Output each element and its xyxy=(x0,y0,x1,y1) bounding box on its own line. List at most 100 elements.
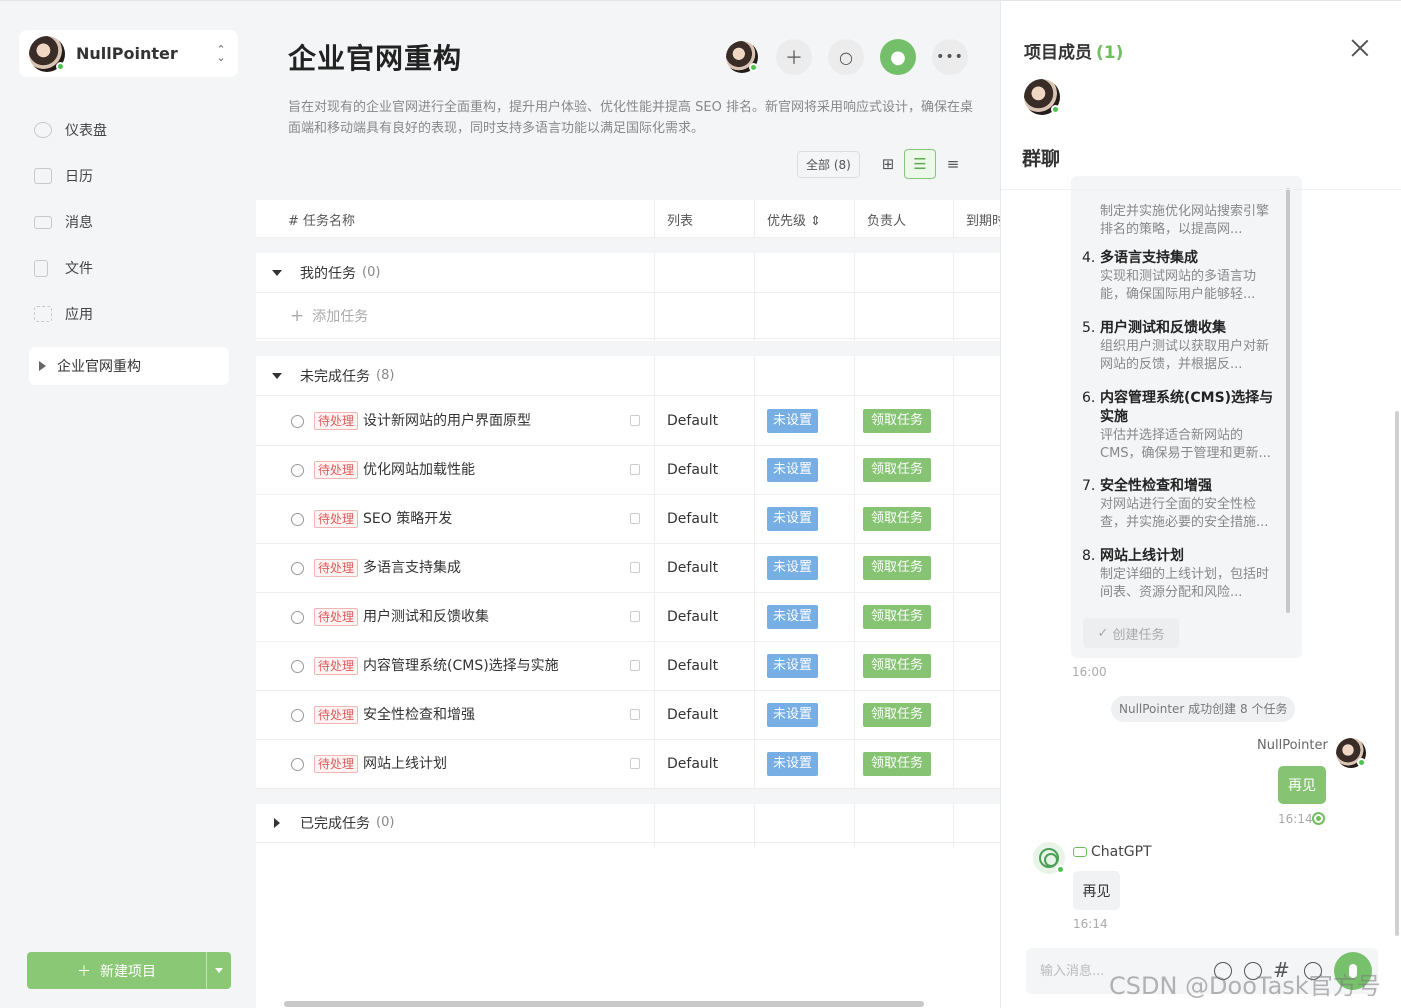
chatgpt-avatar[interactable] xyxy=(1033,842,1065,874)
sender-avatar[interactable] xyxy=(1336,738,1366,768)
column-header-priority[interactable]: 优先级 ⇕ xyxy=(754,200,854,238)
task-row[interactable]: 待处理 内容管理系统(CMS)选择与实施 Default 未设置 领取任务 xyxy=(256,642,1000,691)
subtask-icon[interactable] xyxy=(630,758,640,769)
task-row[interactable]: 待处理 设计新网站的用户界面原型 Default 未设置 领取任务 xyxy=(256,397,1000,446)
system-message: NullPointer 成功创建 8 个任务 xyxy=(1111,696,1296,722)
sidebar-item-dashboard[interactable]: 仪表盘 xyxy=(34,107,234,153)
new-project-dropdown-button[interactable] xyxy=(206,952,231,989)
sidebar-item-label: 消息 xyxy=(65,215,93,231)
sidebar-item-apps[interactable]: 应用 xyxy=(34,291,234,337)
priority-badge[interactable]: 未设置 xyxy=(767,605,819,629)
complete-checkbox[interactable] xyxy=(291,415,304,428)
task-name[interactable]: 设计新网站的用户界面原型 xyxy=(363,412,531,430)
create-task-button[interactable]: ✓ 创建任务 xyxy=(1083,618,1179,648)
bot-message-bubble[interactable]: 再见 xyxy=(1073,871,1120,910)
claim-task-button[interactable]: 领取任务 xyxy=(863,458,932,482)
subtask-icon[interactable] xyxy=(630,464,640,475)
task-name[interactable]: 优化网站加载性能 xyxy=(363,461,475,479)
status-badge: 待处理 xyxy=(314,608,359,626)
task-list: Default xyxy=(667,413,719,429)
card-item-title: 6. 内容管理系统(CMS)选择与实施 xyxy=(1082,389,1277,427)
priority-badge[interactable]: 未设置 xyxy=(767,752,819,776)
list-view-icon[interactable]: ☰ xyxy=(904,149,936,179)
search-icon[interactable]: ○ xyxy=(828,39,864,75)
sidebar-item-messages[interactable]: 消息 xyxy=(34,199,234,245)
priority-badge[interactable]: 未设置 xyxy=(767,507,819,531)
claim-task-button[interactable]: 领取任务 xyxy=(863,703,932,727)
subtask-icon[interactable] xyxy=(630,660,640,671)
priority-badge[interactable]: 未设置 xyxy=(767,458,819,482)
complete-checkbox[interactable] xyxy=(291,611,304,624)
sidebar-item-calendar[interactable]: 日历 xyxy=(34,153,234,199)
subtask-icon[interactable] xyxy=(630,562,640,573)
claim-task-button[interactable]: 领取任务 xyxy=(863,409,932,433)
task-row[interactable]: 待处理 SEO 策略开发 Default 未设置 领取任务 xyxy=(256,495,1000,544)
complete-checkbox[interactable] xyxy=(291,709,304,722)
card-item-desc: 评估并选择适合新网站的 CMS，确保易于管理和更新... xyxy=(1100,428,1271,461)
card-scrollbar[interactable] xyxy=(1286,188,1290,613)
complete-checkbox[interactable] xyxy=(291,513,304,526)
member-avatar[interactable] xyxy=(726,41,758,73)
expand-arrow-icon[interactable] xyxy=(39,361,46,371)
user-switcher[interactable]: NullPointer ⌃ ⌄ xyxy=(19,30,238,77)
subtask-icon[interactable] xyxy=(630,513,640,524)
sidebar-project-item[interactable]: 企业官网重构 xyxy=(29,347,229,385)
horizontal-scrollbar[interactable] xyxy=(284,1001,924,1007)
task-row[interactable]: 待处理 网站上线计划 Default 未设置 领取任务 xyxy=(256,740,1000,789)
claim-task-button[interactable]: 领取任务 xyxy=(863,507,932,531)
priority-badge[interactable]: 未设置 xyxy=(767,409,819,433)
task-filter[interactable]: 全部 (8) xyxy=(797,151,860,178)
claim-task-button[interactable]: 领取任务 xyxy=(863,752,932,776)
sidebar-item-files[interactable]: 文件 xyxy=(34,245,234,291)
close-icon[interactable] xyxy=(1351,39,1369,57)
gantt-view-icon[interactable]: ≡ xyxy=(937,149,969,179)
task-row[interactable]: 待处理 优化网站加载性能 Default 未设置 领取任务 xyxy=(256,446,1000,495)
more-icon[interactable]: ••• xyxy=(932,39,968,75)
members-count: (1) xyxy=(1096,43,1124,63)
add-task-row[interactable]: + 添加任务 xyxy=(256,293,1000,339)
priority-badge[interactable]: 未设置 xyxy=(767,654,819,678)
complete-checkbox[interactable] xyxy=(291,660,304,673)
task-name[interactable]: 安全性检查和增强 xyxy=(363,706,475,724)
claim-task-button[interactable]: 领取任务 xyxy=(863,556,932,580)
task-name[interactable]: SEO 策略开发 xyxy=(363,510,452,528)
my-message-bubble[interactable]: 再见 xyxy=(1278,766,1326,804)
add-icon[interactable]: ＋ xyxy=(776,39,812,75)
task-name[interactable]: 用户测试和反馈收集 xyxy=(363,608,489,626)
chat-icon[interactable]: ● xyxy=(880,39,916,75)
new-project-button[interactable]: ＋ 新建项目 xyxy=(27,952,231,989)
collapse-caret-icon[interactable] xyxy=(272,372,282,379)
avatar xyxy=(1024,79,1060,115)
group-open-tasks[interactable]: 未完成任务 (8) xyxy=(256,356,1000,396)
claim-task-button[interactable]: 领取任务 xyxy=(863,654,932,678)
expand-caret-icon[interactable] xyxy=(274,817,280,828)
priority-badge[interactable]: 未设置 xyxy=(767,556,819,580)
complete-checkbox[interactable] xyxy=(291,562,304,575)
grid-view-icon[interactable]: ⊞ xyxy=(872,149,904,179)
task-name[interactable]: 内容管理系统(CMS)选择与实施 xyxy=(363,657,559,675)
sidebar: NullPointer ⌃ ⌄ 仪表盘 日历 消息 文件 应用 企业官网重构 ＋ … xyxy=(0,0,256,1008)
priority-badge[interactable]: 未设置 xyxy=(767,703,819,727)
claim-task-button[interactable]: 领取任务 xyxy=(863,605,932,629)
subtask-icon[interactable] xyxy=(630,709,640,720)
card-item-title-text: 内容管理系统(CMS)选择与实施 xyxy=(1100,390,1274,425)
complete-checkbox[interactable] xyxy=(291,464,304,477)
card-item: 8. 网站上线计划 制定详细的上线计划，包括时间表、资源分配和风险... xyxy=(1082,547,1277,602)
collapse-caret-icon[interactable] xyxy=(272,269,282,276)
member-avatar[interactable] xyxy=(1024,79,1060,115)
chat-scrollbar[interactable] xyxy=(1395,411,1399,936)
card-item: 5. 用户测试和反馈收集 组织用户测试以获取用户对新网站的反馈，并根据反... xyxy=(1082,319,1277,374)
task-name[interactable]: 网站上线计划 xyxy=(363,755,447,773)
new-project-label[interactable]: ＋ 新建项目 xyxy=(27,961,206,981)
complete-checkbox[interactable] xyxy=(291,758,304,771)
card-item-title-text: 网站上线计划 xyxy=(1100,548,1184,564)
subtask-icon[interactable] xyxy=(630,415,640,426)
subtask-icon[interactable] xyxy=(630,611,640,622)
task-row[interactable]: 待处理 安全性检查和增强 Default 未设置 领取任务 xyxy=(256,691,1000,740)
project-header: 企业官网重构 ＋ ○ ● ••• 旨在对现有的企业官网进行全面重构，提升用户体验… xyxy=(256,1,1000,200)
task-row[interactable]: 待处理 用户测试和反馈收集 Default 未设置 领取任务 xyxy=(256,593,1000,642)
group-done-tasks[interactable]: 已完成任务 (0) xyxy=(256,803,1000,843)
task-name[interactable]: 多语言支持集成 xyxy=(363,559,461,577)
group-my-tasks[interactable]: 我的任务 (0) xyxy=(256,253,1000,293)
task-row[interactable]: 待处理 多语言支持集成 Default 未设置 领取任务 xyxy=(256,544,1000,593)
